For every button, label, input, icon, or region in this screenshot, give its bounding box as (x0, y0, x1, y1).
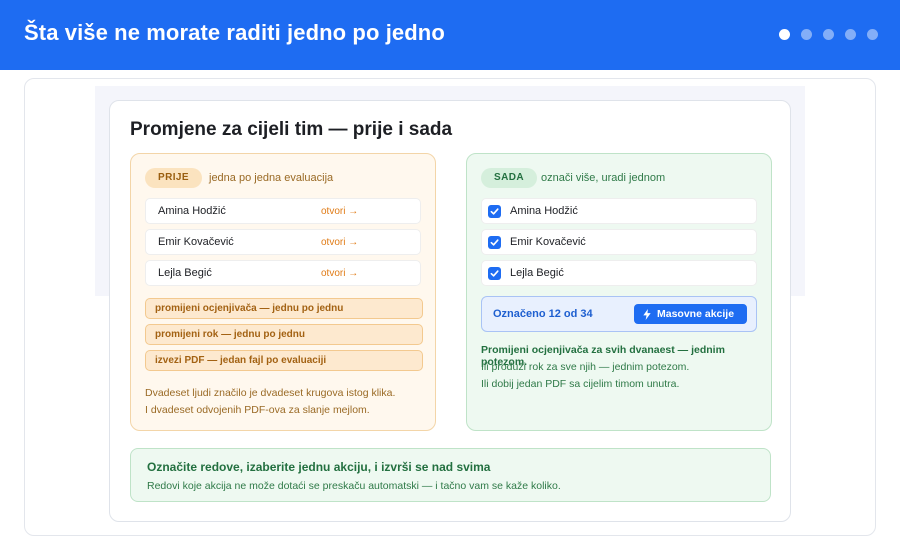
employee-name: Amina Hodžić (510, 205, 578, 217)
open-link[interactable]: otvori → (321, 237, 358, 248)
bulk-actions-label: Masovne akcije (657, 308, 735, 320)
summary-banner: Označite redove, izaberite jednu akciju,… (130, 448, 771, 502)
employee-name: Emir Kovačević (158, 236, 234, 248)
before-note-line: I dvadeset odvojenih PDF-ova za slanje m… (145, 404, 370, 416)
before-action-chip: promijeni ocjenjivača — jednu po jednu (145, 298, 423, 319)
comparison-card: Promjene za cijeli tim — prije i sada PR… (109, 100, 791, 522)
bulk-actions-button[interactable]: Masovne akcije (634, 304, 747, 324)
row-checkbox[interactable] (488, 205, 501, 218)
lightning-icon (643, 308, 651, 320)
after-row[interactable]: Emir Kovačević (481, 229, 757, 255)
before-caption: jedna po jedna evaluacija (209, 172, 334, 184)
slide-indicator (779, 29, 878, 40)
employee-name: Emir Kovačević (510, 236, 586, 248)
after-row[interactable]: Lejla Begić (481, 260, 757, 286)
slide-dot-5[interactable] (867, 29, 878, 40)
slide-dot-2[interactable] (801, 29, 812, 40)
before-row: Emir Kovačević otvori → (145, 229, 421, 255)
open-link[interactable]: otvori → (321, 206, 358, 217)
selection-count: Označeno 12 od 34 (493, 308, 593, 320)
after-line: Ili produži rok za sve njih — jednim pot… (481, 361, 690, 373)
open-link[interactable]: otvori → (321, 268, 358, 279)
before-action-chip: promijeni rok — jednu po jednu (145, 324, 423, 345)
after-badge: SADA (481, 168, 537, 188)
after-line: Ili dobij jedan PDF sa cijelim timom unu… (481, 378, 680, 390)
before-note-line: Dvadeset ljudi značilo je dvadeset krugo… (145, 387, 396, 399)
checkmark-icon (490, 270, 499, 277)
before-action-chip: izvezi PDF — jedan fajl po evaluaciji (145, 350, 423, 371)
row-checkbox[interactable] (488, 236, 501, 249)
slide-dot-1[interactable] (779, 29, 790, 40)
before-panel: PRIJE jedna po jedna evaluacija Amina Ho… (130, 153, 436, 431)
checkmark-icon (490, 208, 499, 215)
slide-dot-4[interactable] (845, 29, 856, 40)
selection-bar: Označeno 12 od 34 Masovne akcije (481, 296, 757, 332)
after-panel: SADA označi više, uradi jednom Amina Hod… (466, 153, 772, 431)
before-row: Lejla Begić otvori → (145, 260, 421, 286)
card-title: Promjene za cijeli tim — prije i sada (130, 119, 453, 140)
employee-name: Lejla Begić (510, 267, 564, 279)
before-row: Amina Hodžić otvori → (145, 198, 421, 224)
slide-dot-3[interactable] (823, 29, 834, 40)
employee-name: Lejla Begić (158, 267, 212, 279)
after-row[interactable]: Amina Hodžić (481, 198, 757, 224)
summary-subtitle: Redovi koje akcija ne može dotaći se pre… (147, 480, 561, 492)
top-bar: Šta više ne morate raditi jedno po jedno (0, 0, 900, 70)
employee-name: Amina Hodžić (158, 205, 226, 217)
page-title: Šta više ne morate raditi jedno po jedno (24, 20, 445, 45)
before-badge: PRIJE (145, 168, 202, 188)
summary-title: Označite redove, izaberite jednu akciju,… (147, 460, 491, 474)
checkmark-icon (490, 239, 499, 246)
row-checkbox[interactable] (488, 267, 501, 280)
after-caption: označi više, uradi jednom (541, 172, 666, 184)
